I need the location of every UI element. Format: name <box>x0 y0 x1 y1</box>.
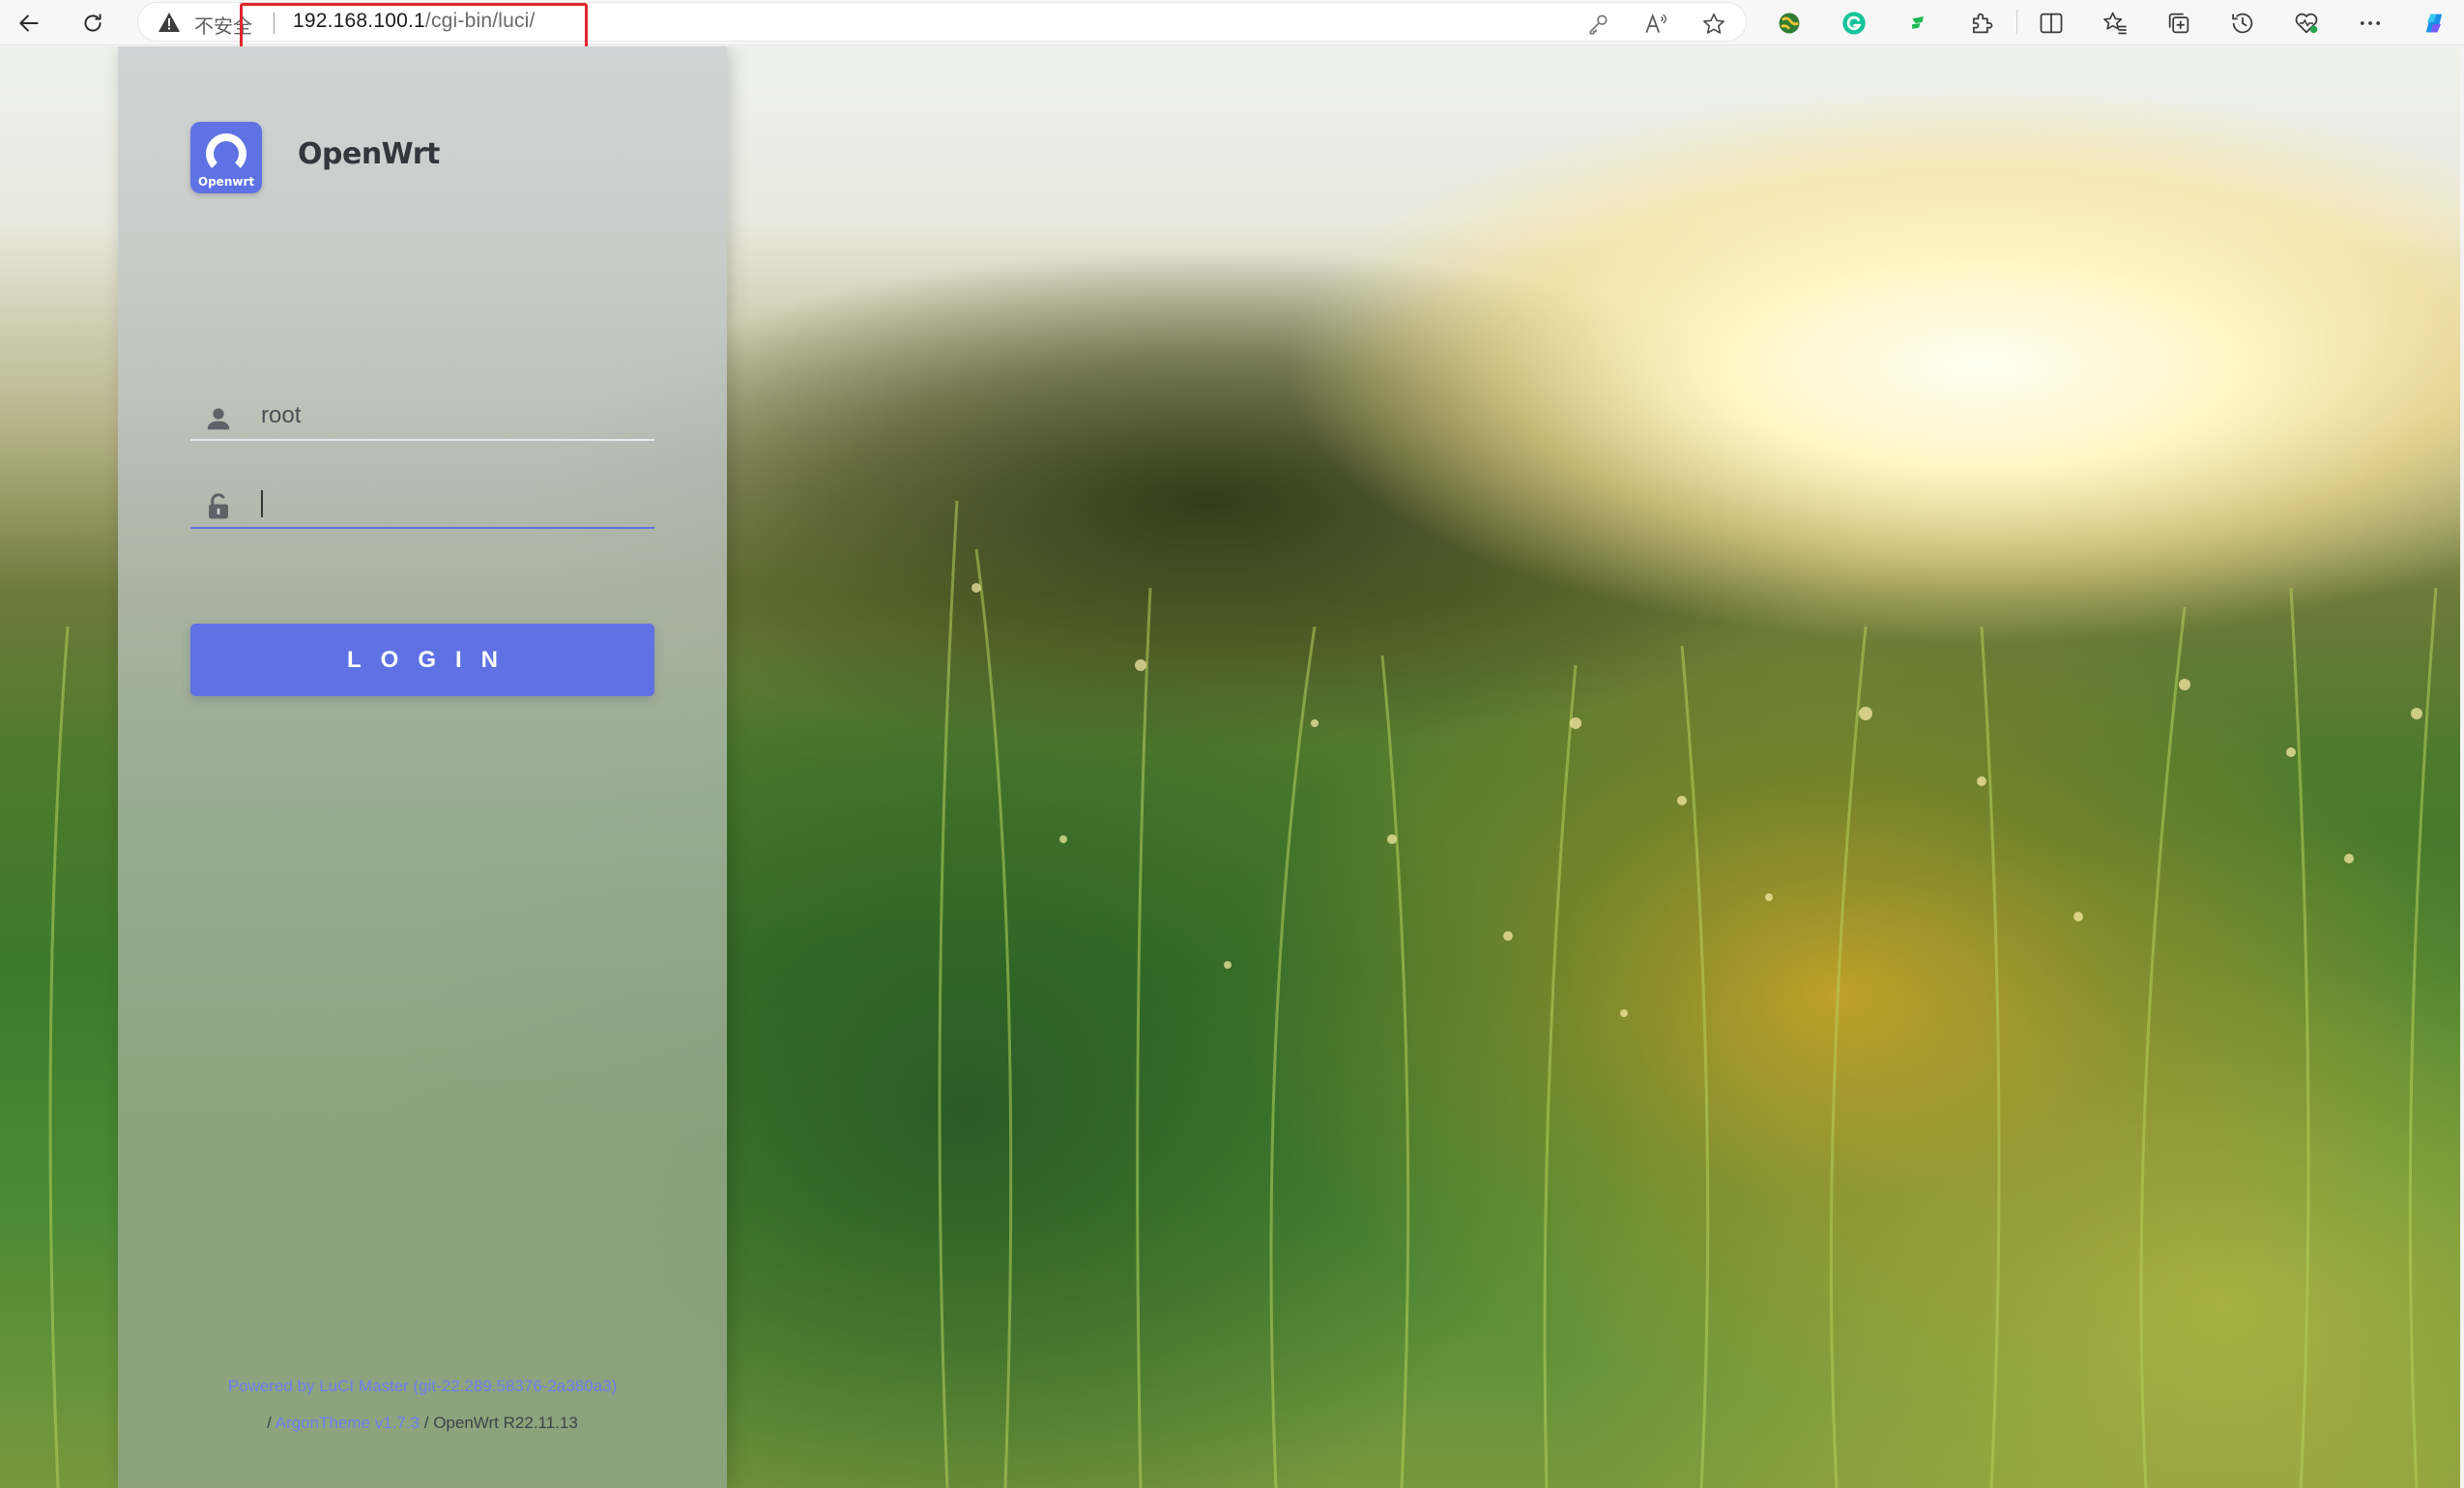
more-icon <box>2360 21 2381 25</box>
history-icon <box>2232 13 2253 34</box>
copilot-icon <box>2425 14 2443 33</box>
logo-mini-text: Openwrt <box>197 175 255 189</box>
footer-version: / ArgonTheme v1.7.3 / OpenWrt R22.11.13 <box>118 1414 727 1433</box>
collections-button[interactable] <box>2160 5 2198 42</box>
password-key-button[interactable] <box>1582 9 1613 40</box>
username-field[interactable]: root <box>190 393 654 441</box>
toolbar-divider <box>2016 10 2017 35</box>
health-icon <box>2295 13 2318 34</box>
browser-essentials-button[interactable] <box>2287 5 2326 42</box>
login-button[interactable]: LOGIN <box>190 624 654 696</box>
copilot-button[interactable] <box>2415 5 2453 42</box>
extension-green-icon <box>1912 16 1924 29</box>
refresh-icon <box>84 14 101 32</box>
more-button[interactable] <box>2351 5 2390 42</box>
user-icon <box>207 408 230 430</box>
split-screen-button[interactable] <box>2032 5 2071 42</box>
favorites-button[interactable] <box>2096 5 2134 42</box>
split-screen-icon <box>2040 13 2063 34</box>
luci-link[interactable]: Powered by LuCI Master (git-22.289.58376… <box>228 1377 618 1395</box>
openwrt-logo: Openwrt <box>190 122 262 193</box>
collections-icon <box>2168 13 2189 34</box>
read-aloud-icon <box>1645 13 1667 33</box>
openwrt-version: / OpenWrt R22.11.13 <box>423 1414 578 1432</box>
extension-globe-icon <box>1779 13 1800 34</box>
grammarly-icon <box>1842 12 1866 35</box>
favorites-icon <box>2103 12 2127 35</box>
grammarly-button[interactable] <box>1835 5 1873 42</box>
read-aloud-button[interactable] <box>1640 9 1671 40</box>
page-background: Openwrt OpenWrt root LOGIN Powered by Lu… <box>0 46 2460 1488</box>
extensions-button[interactable] <box>1962 5 2001 42</box>
history-button[interactable] <box>2223 5 2262 42</box>
argon-theme-link[interactable]: ArgonTheme v1.7.3 <box>275 1414 420 1432</box>
extension-globe-button[interactable] <box>1770 5 1809 42</box>
extension-green-button[interactable] <box>1899 5 1937 42</box>
logo-ring-icon <box>206 133 246 174</box>
add-favorite-button[interactable] <box>1698 9 1729 40</box>
lock-icon <box>209 493 228 519</box>
refresh-button[interactable] <box>73 4 112 43</box>
footer-powered-by[interactable]: Powered by LuCI Master (git-22.289.58376… <box>118 1377 727 1396</box>
back-icon <box>19 15 39 32</box>
password-field[interactable] <box>190 481 654 529</box>
login-panel: Openwrt OpenWrt root LOGIN Powered by Lu… <box>118 46 727 1488</box>
footer-separator: / <box>267 1414 272 1432</box>
extensions-puzzle-icon <box>1972 13 1993 34</box>
key-icon <box>1589 15 1608 35</box>
warning-icon[interactable] <box>158 12 181 33</box>
back-button[interactable] <box>10 4 48 43</box>
text-cursor <box>261 490 263 517</box>
brand-title: OpenWrt <box>298 137 440 171</box>
favorite-star-icon <box>1703 13 1725 34</box>
username-input[interactable]: root <box>261 402 301 429</box>
